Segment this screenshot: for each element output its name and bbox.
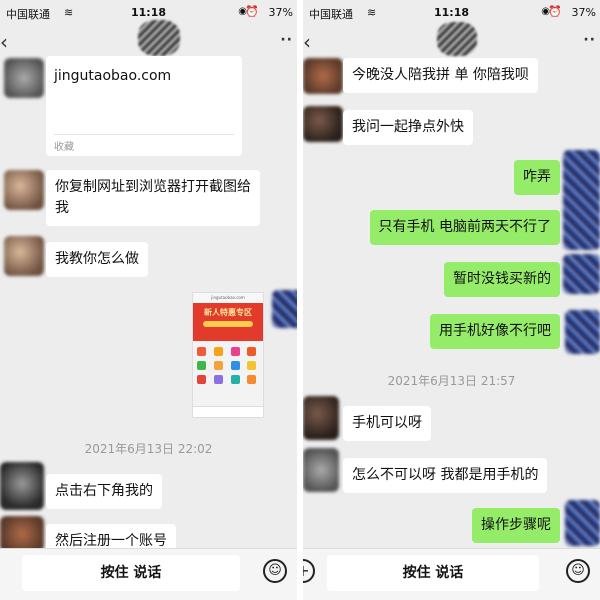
mini-app-icon (213, 347, 223, 356)
chat-timestamp: 2021年6月13日 21:57 (387, 374, 516, 388)
message-bubble: 你复制网址到浏览器打开截图给我 (46, 170, 260, 226)
battery-percent: 37% (571, 6, 596, 19)
avatar[interactable] (303, 396, 339, 440)
divider (54, 134, 234, 135)
message-bubble: 用手机好像不行吧 (430, 314, 560, 349)
avatar[interactable] (272, 290, 297, 328)
input-bar: + 按住 说话 ☺ (303, 548, 600, 600)
message-text: 操作步骤呢 (481, 517, 551, 533)
message-text: 只有手机 电脑前两天不行了 (378, 219, 551, 235)
hold-to-talk-button[interactable]: 按住 说话 (22, 555, 240, 591)
message-bubble: 只有手机 电脑前两天不行了 (369, 210, 560, 245)
link-card[interactable]: jingutaobao.com 收藏 (46, 56, 242, 156)
message-text: 咋弄 (523, 169, 551, 185)
mini-app-icon (197, 361, 206, 370)
mini-app-icon (213, 375, 223, 384)
message-bubble: 操作步骤呢 (472, 508, 560, 543)
input-bar: 按住 说话 ☺ (0, 548, 297, 600)
message-bubble: 暂时没钱买新的 (444, 262, 560, 297)
message-bubble: 我教你怎么做 (46, 242, 148, 277)
message-text: 怎么不可以呀 我都是用手机的 (352, 467, 539, 483)
more-icon[interactable]: ·· (280, 32, 293, 48)
emoji-icon[interactable]: ☺ (566, 559, 590, 583)
message-text: 我教你怎么做 (55, 251, 139, 267)
message-bubble: 手机可以呀 (343, 406, 431, 441)
message-text: 手机可以呀 (352, 415, 422, 431)
mini-app-icon (230, 375, 240, 384)
redacted-chat-title (437, 22, 477, 56)
message-text: 然后注册一个账号 (55, 533, 167, 549)
image-message[interactable]: jingutaobao.com 新人特惠专区 (192, 292, 264, 418)
redacted-chat-title (138, 20, 180, 56)
battery-percent: 37% (268, 6, 293, 19)
message-text: 你复制网址到浏览器打开截图给我 (55, 179, 251, 216)
mini-app-icon (247, 375, 257, 384)
avatar[interactable] (0, 462, 44, 510)
message-text: 我问一起挣点外快 (352, 119, 464, 135)
avatar[interactable] (565, 310, 600, 354)
avatar[interactable] (4, 170, 44, 210)
avatar[interactable] (563, 254, 600, 294)
emoji-icon[interactable]: ☺ (263, 559, 287, 583)
avatar[interactable] (4, 236, 44, 276)
message-bubble: 我问一起挣点外快 (343, 110, 473, 145)
message-bubble: 今晚没人陪我拼 单 你陪我呗 (343, 58, 538, 93)
avatar[interactable] (303, 58, 343, 94)
mini-icon-grid (197, 347, 259, 384)
mini-banner-text: 新人特惠专区 (204, 308, 252, 317)
avatar[interactable] (303, 106, 343, 142)
mini-address-bar: jingutaobao.com (193, 293, 263, 303)
mini-banner-pill (203, 321, 253, 327)
mini-app-icon (247, 361, 257, 370)
more-icon[interactable]: ·· (583, 32, 596, 48)
mini-app-icon (247, 347, 257, 356)
link-source-label: 收藏 (54, 142, 74, 153)
message-text: 暂时没钱买新的 (453, 271, 551, 287)
message-text: 用手机好像不行吧 (439, 323, 551, 339)
add-icon[interactable]: + (303, 559, 315, 583)
message-bubble: 怎么不可以呀 我都是用手机的 (343, 458, 548, 493)
link-url: jingutaobao.com (54, 68, 172, 84)
avatar[interactable] (565, 500, 600, 546)
back-icon[interactable]: ‹ (0, 30, 8, 54)
avatar[interactable] (0, 516, 44, 552)
chat-screenshot-left: 中国联通 ≋ 11:18 ◉ ⏰ 37% ‹ ·· jingutaobao.co… (0, 0, 297, 600)
mini-app-icon (230, 361, 240, 370)
mini-app-icon (197, 375, 206, 384)
avatar[interactable] (4, 58, 44, 98)
mini-app-icon (213, 361, 223, 370)
chat-screenshot-right: 中国联通 ≋ 11:18 ◉ ⏰ 37% ‹ ·· 今晚没人陪我拼 单 你陪我呗… (303, 0, 600, 600)
chat-timestamp: 2021年6月13日 22:02 (84, 442, 213, 456)
avatar[interactable] (563, 150, 600, 250)
message-bubble: 点击右下角我的 (46, 474, 162, 509)
message-text: 今晚没人陪我拼 单 你陪我呗 (352, 67, 529, 83)
alarm-icon: ⏰ (548, 5, 562, 18)
message-bubble: 咋弄 (514, 160, 560, 195)
alarm-icon: ⏰ (245, 5, 259, 18)
back-icon[interactable]: ‹ (303, 30, 311, 54)
mini-app-icon (197, 347, 206, 356)
avatar[interactable] (303, 448, 339, 492)
message-text: 点击右下角我的 (55, 483, 153, 499)
hold-to-talk-button[interactable]: 按住 说话 (327, 555, 539, 591)
mini-app-icon (230, 347, 240, 356)
mini-tab-bar (193, 406, 263, 417)
